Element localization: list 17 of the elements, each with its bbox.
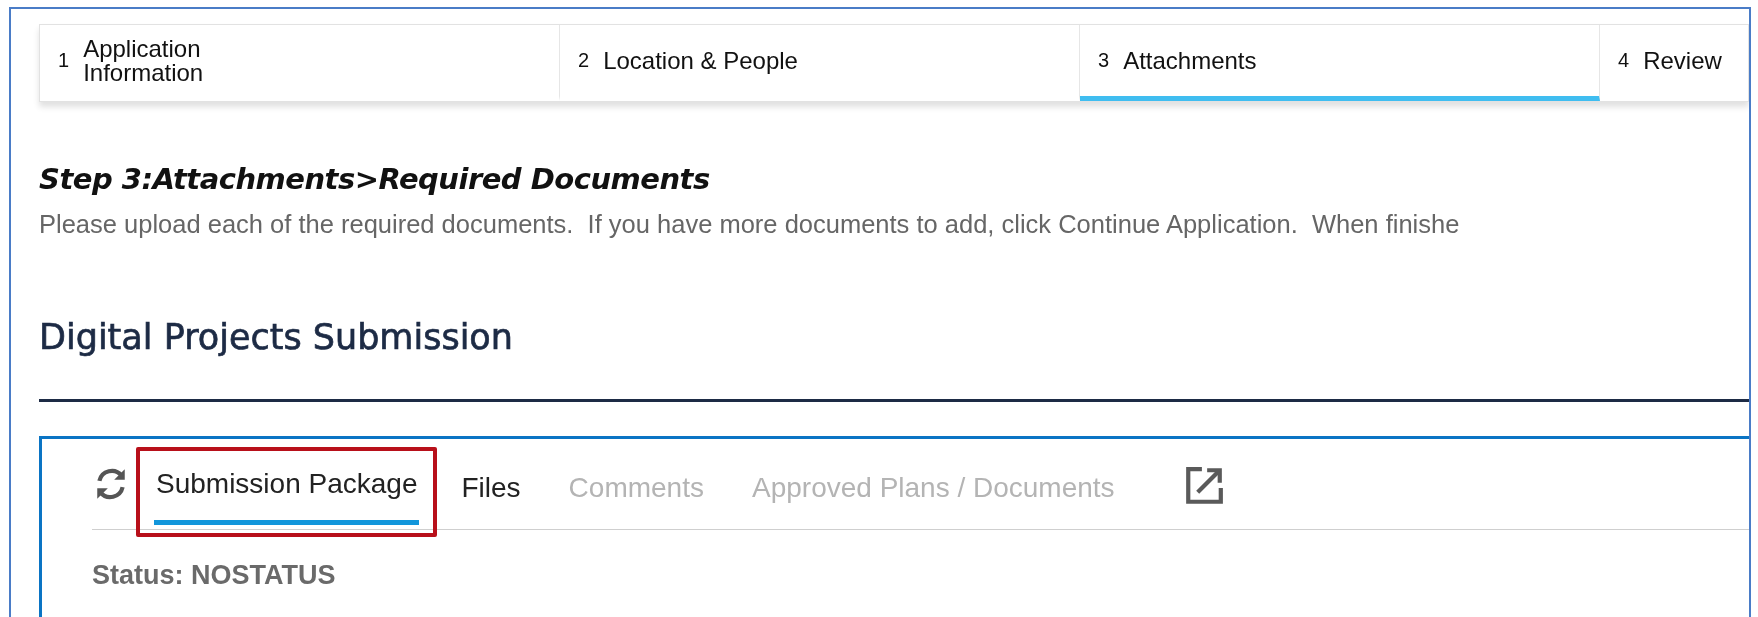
step-heading: Step 3:Attachments>Required Documents <box>39 162 711 196</box>
step-number: 1 <box>58 49 70 72</box>
step-label: Location & People <box>603 48 798 73</box>
instructions-text: Please upload each of the required documents. If you have more documents to add, click Continue Application. When finishe <box>39 210 1461 239</box>
step-label: Attachments <box>1123 48 1257 73</box>
step-tab[interactable]: 4 Review <box>1600 25 1749 101</box>
step-tab[interactable]: 2 Location & People <box>560 25 1080 101</box>
panel-tab[interactable]: Submission Package <box>154 447 420 525</box>
section-title: Digital Projects Submission <box>39 317 514 357</box>
step-number: 2 <box>578 49 590 72</box>
step-label: Review <box>1643 48 1722 73</box>
status-label: Status: NOSTATUS <box>92 560 337 591</box>
step-number: 4 <box>1618 49 1630 72</box>
step-number: 3 <box>1098 49 1110 72</box>
step-label: Application Information <box>83 36 205 85</box>
panel-tab[interactable]: Files <box>441 451 541 529</box>
step-tab[interactable]: 3 Attachments <box>1080 25 1600 101</box>
